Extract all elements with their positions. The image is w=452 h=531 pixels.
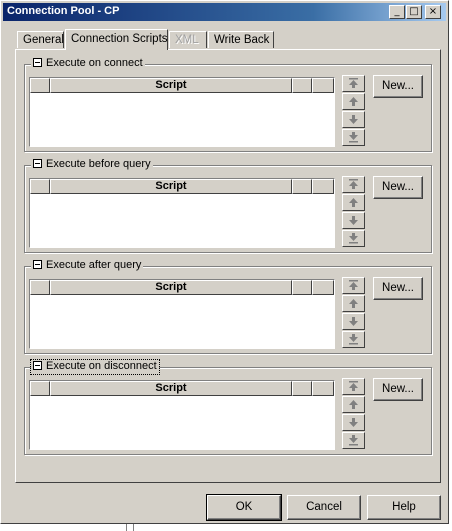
- column-header-blank: [312, 78, 334, 93]
- help-button[interactable]: Help: [367, 495, 441, 520]
- move-down-icon: [349, 317, 358, 326]
- script-column-header[interactable]: Script: [50, 280, 292, 295]
- row-header-cell: [30, 179, 50, 194]
- move-top-icon: [349, 78, 358, 88]
- move-bottom-icon: [349, 233, 358, 244]
- row-header-cell: [30, 381, 50, 396]
- move-down-button[interactable]: [342, 414, 365, 431]
- move-up-icon: [349, 97, 358, 106]
- tab-general[interactable]: General: [17, 31, 64, 48]
- connection-scripts-panel: Execute on connect Script New... Execute…: [15, 49, 441, 483]
- move-top-button[interactable]: [342, 277, 365, 294]
- column-header-blank: [292, 78, 312, 93]
- move-down-button[interactable]: [342, 111, 365, 128]
- connection-pool-dialog: Connection Pool - CP _ □ × General Conne…: [0, 0, 449, 524]
- collapse-icon[interactable]: [33, 58, 42, 67]
- row-header-cell: [30, 280, 50, 295]
- collapse-icon[interactable]: [33, 361, 42, 370]
- close-button[interactable]: ×: [425, 5, 441, 19]
- group-legend[interactable]: Execute on connect: [31, 57, 145, 71]
- row-header-cell: [30, 78, 50, 93]
- column-header-blank: [312, 179, 334, 194]
- move-up-icon: [349, 299, 358, 308]
- group-legend[interactable]: Execute on disconnect: [30, 359, 160, 375]
- group-execute-on-disconnect: Execute on disconnect Script New...: [24, 359, 432, 455]
- move-down-icon: [349, 115, 358, 124]
- group-execute-before-query: Execute before query Script New...: [24, 158, 432, 253]
- move-bottom-button[interactable]: [342, 230, 365, 247]
- group-legend[interactable]: Execute after query: [31, 259, 144, 273]
- move-up-icon: [349, 400, 358, 409]
- move-down-icon: [349, 418, 358, 427]
- move-top-icon: [349, 381, 358, 391]
- title-bar[interactable]: Connection Pool - CP _ □ ×: [3, 3, 446, 21]
- new-script-button[interactable]: New...: [373, 75, 423, 98]
- column-header-blank: [312, 280, 334, 295]
- move-up-button[interactable]: [342, 396, 365, 413]
- column-header-blank: [312, 381, 334, 396]
- collapse-icon[interactable]: [33, 260, 42, 269]
- move-up-button[interactable]: [342, 93, 365, 110]
- tab-write-back[interactable]: Write Back: [208, 31, 274, 48]
- new-script-button[interactable]: New...: [373, 176, 423, 199]
- move-down-icon: [349, 216, 358, 225]
- script-table[interactable]: Script: [29, 279, 335, 349]
- move-top-button[interactable]: [342, 176, 365, 193]
- move-up-button[interactable]: [342, 295, 365, 312]
- script-column-header[interactable]: Script: [50, 381, 292, 396]
- move-top-icon: [349, 179, 358, 189]
- move-down-button[interactable]: [342, 212, 365, 229]
- group-label: Execute on disconnect: [46, 360, 157, 372]
- move-bottom-icon: [349, 435, 358, 446]
- minimize-button[interactable]: _: [389, 5, 405, 19]
- move-bottom-button[interactable]: [342, 129, 365, 146]
- column-header-blank: [292, 179, 312, 194]
- tab-xml: XML: [169, 31, 207, 48]
- resize-grip: [126, 524, 134, 531]
- group-label: Execute before query: [46, 158, 151, 170]
- new-script-button[interactable]: New...: [373, 378, 423, 401]
- move-top-icon: [349, 280, 358, 290]
- group-execute-on-connect: Execute on connect Script New...: [24, 57, 432, 152]
- script-table[interactable]: Script: [29, 77, 335, 147]
- group-label: Execute on connect: [46, 57, 143, 69]
- tab-connection-scripts[interactable]: Connection Scripts: [65, 29, 168, 50]
- ok-button[interactable]: OK: [206, 494, 282, 521]
- move-bottom-button[interactable]: [342, 331, 365, 348]
- collapse-icon[interactable]: [33, 159, 42, 168]
- script-column-header[interactable]: Script: [50, 78, 292, 93]
- script-table[interactable]: Script: [29, 178, 335, 248]
- move-up-button[interactable]: [342, 194, 365, 211]
- group-execute-after-query: Execute after query Script New...: [24, 259, 432, 354]
- maximize-button[interactable]: □: [406, 5, 422, 19]
- group-legend[interactable]: Execute before query: [31, 158, 153, 172]
- cancel-button[interactable]: Cancel: [287, 495, 361, 520]
- move-top-button[interactable]: [342, 75, 365, 92]
- script-table[interactable]: Script: [29, 380, 335, 450]
- move-bottom-icon: [349, 132, 358, 143]
- move-bottom-button[interactable]: [342, 432, 365, 449]
- group-label: Execute after query: [46, 259, 142, 271]
- column-header-blank: [292, 381, 312, 396]
- move-down-button[interactable]: [342, 313, 365, 330]
- column-header-blank: [292, 280, 312, 295]
- window-title: Connection Pool - CP: [7, 5, 120, 17]
- move-top-button[interactable]: [342, 378, 365, 395]
- script-column-header[interactable]: Script: [50, 179, 292, 194]
- new-script-button[interactable]: New...: [373, 277, 423, 300]
- move-bottom-icon: [349, 334, 358, 345]
- move-up-icon: [349, 198, 358, 207]
